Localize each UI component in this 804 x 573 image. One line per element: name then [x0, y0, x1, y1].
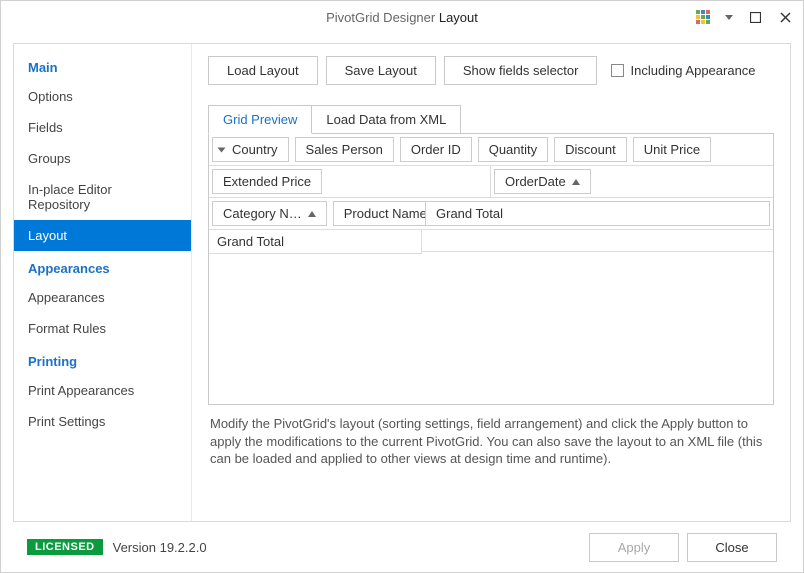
field-chip[interactable]: Country: [212, 137, 289, 162]
tab-load-xml[interactable]: Load Data from XML: [312, 105, 461, 134]
checkbox-label: Including Appearance: [630, 63, 755, 78]
expand-icon[interactable]: [218, 147, 226, 152]
data-column-area-row: Extended Price OrderDate: [209, 166, 773, 198]
sidebar-item-appearances[interactable]: Appearances: [14, 282, 191, 313]
field-chip-label: OrderDate: [505, 174, 566, 189]
sidebar-item-groups[interactable]: Groups: [14, 143, 191, 174]
field-chip-label: Category N…: [223, 206, 302, 221]
sidebar-item-print-settings[interactable]: Print Settings: [14, 406, 191, 437]
apply-button[interactable]: Apply: [589, 533, 679, 562]
field-chip[interactable]: Unit Price: [633, 137, 711, 162]
field-chip[interactable]: OrderDate: [494, 169, 591, 194]
sidebar-header: Main: [14, 50, 191, 81]
tab-grid-preview[interactable]: Grid Preview: [208, 105, 312, 134]
window-title: PivotGrid Designer Layout: [1, 10, 803, 25]
column-grand-total-row: Grand Total: [422, 201, 773, 230]
close-icon[interactable]: [773, 5, 797, 29]
field-chip[interactable]: Extended Price: [212, 169, 322, 194]
sidebar-header: Printing: [14, 344, 191, 375]
field-chip-label: Sales Person: [306, 142, 383, 157]
body: MainOptionsFieldsGroupsIn-place Editor R…: [1, 33, 803, 572]
row-header-column: Category N…Product Name Grand Total: [209, 198, 422, 254]
grid-body: Category N…Product Name Grand Total Gran…: [209, 198, 773, 254]
dropdown-icon[interactable]: [721, 15, 737, 20]
field-chip[interactable]: Discount: [554, 137, 627, 162]
show-fields-button[interactable]: Show fields selector: [444, 56, 598, 85]
data-field-area[interactable]: Extended Price: [209, 166, 491, 197]
layout-tabs: Grid Preview Load Data from XML: [208, 105, 774, 134]
title-bar: PivotGrid Designer Layout: [1, 1, 803, 33]
save-layout-button[interactable]: Save Layout: [326, 56, 436, 85]
sort-asc-icon[interactable]: [308, 211, 316, 217]
title-prefix: PivotGrid Designer: [326, 10, 435, 25]
data-column: Grand Total: [422, 198, 773, 254]
sidebar-item-options[interactable]: Options: [14, 81, 191, 112]
including-appearance-checkbox[interactable]: Including Appearance: [611, 63, 755, 78]
field-chip-label: Discount: [565, 142, 616, 157]
field-chip-label: Country: [232, 142, 278, 157]
field-chip[interactable]: Quantity: [478, 137, 548, 162]
designer-window: PivotGrid Designer Layout MainOptionsFie…: [0, 0, 804, 573]
field-chip-label: Quantity: [489, 142, 537, 157]
column-field-area[interactable]: OrderDate: [491, 166, 773, 197]
field-chip[interactable]: Order ID: [400, 137, 472, 162]
load-layout-button[interactable]: Load Layout: [208, 56, 318, 85]
sidebar-item-fields[interactable]: Fields: [14, 112, 191, 143]
layout-toolbar: Load Layout Save Layout Show fields sele…: [208, 56, 774, 85]
license-badge: LICENSED: [27, 539, 103, 555]
field-chip[interactable]: Category N…: [212, 201, 327, 226]
maximize-icon[interactable]: [743, 5, 767, 29]
data-cell-empty: [422, 230, 773, 252]
sort-asc-icon[interactable]: [572, 179, 580, 185]
field-chip-label: Product Name: [344, 206, 427, 221]
help-text: Modify the PivotGrid's layout (sorting s…: [208, 405, 774, 468]
sidebar-item-print-appearances[interactable]: Print Appearances: [14, 375, 191, 406]
window-controls: [691, 1, 797, 33]
footer: LICENSED Version 19.2.2.0 Apply Close: [13, 522, 791, 572]
filter-field-area[interactable]: Country Sales Person Order ID Quantity Disco…: [209, 134, 773, 166]
row-field-area[interactable]: Category N…Product Name: [209, 198, 422, 230]
sidebar: MainOptionsFieldsGroupsIn-place Editor R…: [14, 44, 192, 521]
field-chip-label: Extended Price: [223, 174, 311, 189]
sidebar-header: Appearances: [14, 251, 191, 282]
column-grand-total-cell: Grand Total: [425, 201, 770, 226]
grid-icon[interactable]: [691, 5, 715, 29]
close-button[interactable]: Close: [687, 533, 777, 562]
pivot-grid-preview[interactable]: Country Sales Person Order ID Quantity Disco…: [208, 133, 774, 405]
main-panel: MainOptionsFieldsGroupsIn-place Editor R…: [13, 43, 791, 522]
field-chip-label: Order ID: [411, 142, 461, 157]
field-chip-label: Unit Price: [644, 142, 700, 157]
row-grand-total-cell: Grand Total: [209, 230, 422, 254]
title-page: Layout: [439, 10, 478, 25]
field-chip[interactable]: Sales Person: [295, 137, 394, 162]
sidebar-item-format-rules[interactable]: Format Rules: [14, 313, 191, 344]
sidebar-item-in-place-editor-repository[interactable]: In-place Editor Repository: [14, 174, 191, 220]
version-label: Version 19.2.2.0: [113, 540, 207, 555]
sidebar-item-layout[interactable]: Layout: [14, 220, 191, 251]
content: Load Layout Save Layout Show fields sele…: [192, 44, 790, 521]
checkbox-box[interactable]: [611, 64, 624, 77]
